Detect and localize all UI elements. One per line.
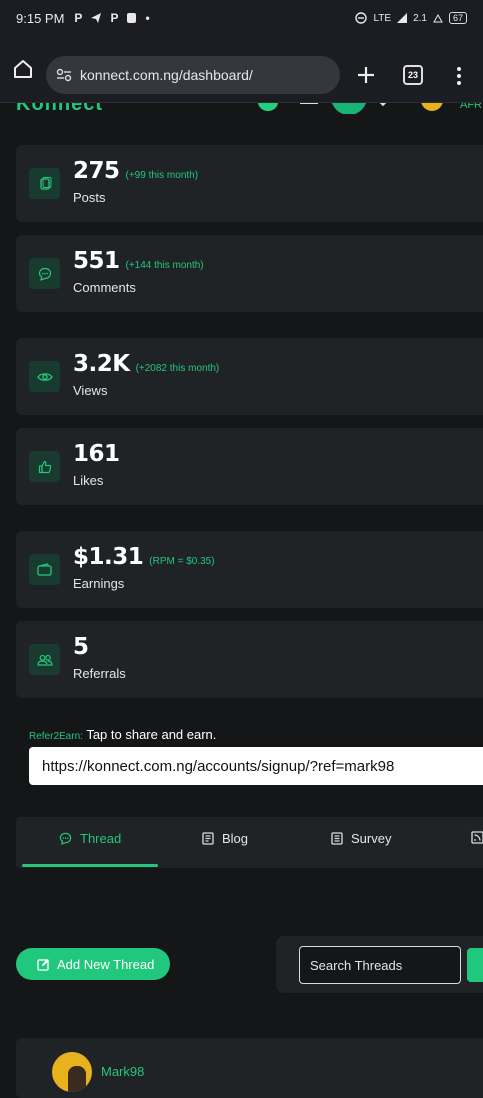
tab-feed[interactable] bbox=[471, 831, 483, 844]
stat-label: Views bbox=[73, 383, 108, 398]
site-search-icon[interactable] bbox=[331, 103, 367, 114]
notification-icons: P P • bbox=[74, 11, 149, 25]
site-logo[interactable]: Konnect bbox=[16, 103, 103, 114]
stat-value: 161 bbox=[73, 441, 120, 467]
posts-icon bbox=[29, 168, 60, 199]
stat-card-posts: 275 (+99 this month) Posts bbox=[16, 145, 483, 222]
home-icon bbox=[14, 60, 32, 78]
new-tab-button[interactable] bbox=[351, 60, 381, 90]
views-icon bbox=[29, 361, 60, 392]
search-submit-button[interactable] bbox=[467, 948, 483, 982]
tab-switcher-button[interactable]: 23 bbox=[403, 65, 423, 85]
stat-value: 5 bbox=[73, 634, 89, 660]
stat-label: Likes bbox=[73, 473, 104, 488]
hamburger-icon[interactable] bbox=[300, 103, 318, 104]
notification-dot-icon[interactable] bbox=[258, 103, 278, 111]
user-avatar[interactable] bbox=[421, 103, 443, 111]
tab-label: Blog bbox=[222, 831, 249, 846]
comments-icon bbox=[29, 258, 60, 289]
battery-icon: 67 bbox=[448, 12, 467, 24]
stat-extra: (+2082 this month) bbox=[135, 363, 220, 374]
stat-label: Comments bbox=[73, 280, 136, 295]
stat-extra: (+144 this month) bbox=[125, 260, 204, 271]
tab-thread[interactable]: Thread bbox=[59, 831, 121, 846]
url-text: konnect.com.ng/dashboard/ bbox=[80, 67, 253, 83]
chevron-down-icon[interactable] bbox=[378, 103, 388, 107]
stat-extra: (RPM = $0.35) bbox=[149, 556, 215, 567]
status-bar: 9:15 PM P P • LTE 2.1 67 bbox=[0, 0, 483, 36]
edit-icon bbox=[37, 958, 49, 971]
country-label: AFR bbox=[460, 102, 482, 111]
stat-value-row: 551 (+144 this month) bbox=[73, 248, 204, 274]
stat-card-referrals: 5 Referrals bbox=[16, 621, 483, 698]
stat-card-likes: 161 Likes bbox=[16, 428, 483, 505]
speed-label: 2.1 bbox=[413, 12, 427, 24]
stat-card-comments: 551 (+144 this month) Comments bbox=[16, 235, 483, 312]
survey-icon bbox=[331, 832, 343, 845]
tab-survey[interactable]: Survey bbox=[331, 831, 391, 846]
stat-value-row: 161 bbox=[73, 441, 126, 467]
stat-value-row: 275 (+99 this month) bbox=[73, 158, 198, 184]
blog-icon bbox=[202, 832, 214, 845]
wallet-icon bbox=[29, 554, 60, 585]
dot-icon: • bbox=[145, 11, 150, 25]
stat-card-views: 3.2K (+2082 this month) Views bbox=[16, 338, 483, 415]
stat-value: 551 bbox=[73, 248, 120, 274]
tab-label: Survey bbox=[351, 831, 392, 846]
referrals-icon bbox=[29, 644, 60, 675]
tab-blog[interactable]: Blog bbox=[202, 831, 248, 846]
stat-value-row: 3.2K (+2082 this month) bbox=[73, 351, 219, 377]
author-name[interactable]: Mark98 bbox=[101, 1064, 144, 1079]
refer-tag: Refer2Earn: bbox=[29, 731, 83, 742]
author-avatar[interactable] bbox=[52, 1052, 92, 1092]
referral-link-field[interactable]: https://konnect.com.ng/accounts/signup/?… bbox=[29, 747, 483, 785]
thread-search: Search Threads bbox=[276, 936, 483, 993]
status-time: 9:15 PM bbox=[16, 10, 65, 26]
p-app-icon: P bbox=[110, 11, 119, 25]
stat-value-row: $1.31 (RPM = $0.35) bbox=[73, 544, 215, 570]
rss-icon bbox=[471, 831, 483, 844]
refer-section: Refer2Earn: Tap to share and earn. bbox=[29, 727, 216, 742]
site-settings-icon[interactable] bbox=[56, 68, 72, 82]
telegram-icon bbox=[91, 13, 102, 23]
network-label: LTE bbox=[373, 12, 392, 24]
address-bar[interactable]: konnect.com.ng/dashboard/ bbox=[46, 56, 340, 94]
plus-icon bbox=[358, 67, 374, 83]
search-threads-input[interactable]: Search Threads bbox=[299, 946, 461, 984]
stat-label: Referrals bbox=[73, 666, 126, 681]
home-button[interactable] bbox=[0, 46, 46, 92]
add-new-thread-button[interactable]: Add New Thread bbox=[16, 948, 170, 980]
stat-extra: (+99 this month) bbox=[125, 170, 199, 181]
app-icon bbox=[127, 13, 137, 23]
thread-card[interactable]: Mark98 bbox=[16, 1038, 483, 1098]
active-tab-indicator bbox=[22, 864, 158, 867]
chat-icon bbox=[59, 832, 72, 845]
stat-value: $1.31 bbox=[73, 544, 144, 570]
refer-text: Tap to share and earn. bbox=[86, 727, 217, 742]
browser-toolbar: konnect.com.ng/dashboard/ 23 bbox=[0, 36, 483, 102]
likes-icon bbox=[29, 451, 60, 482]
signal-icon bbox=[397, 13, 408, 23]
wifi-icon bbox=[433, 13, 443, 23]
tab-label: Thread bbox=[80, 831, 122, 846]
stat-card-earnings: $1.31 (RPM = $0.35) Earnings bbox=[16, 531, 483, 608]
stat-value-row: 5 bbox=[73, 634, 95, 660]
more-vert-icon bbox=[457, 67, 461, 85]
content-tabs: Thread Blog Survey bbox=[16, 817, 483, 868]
browser-menu-button[interactable] bbox=[449, 62, 469, 90]
stat-label: Earnings bbox=[73, 576, 125, 591]
p-app-icon: P bbox=[74, 11, 83, 25]
stat-value: 275 bbox=[73, 158, 120, 184]
stat-value: 3.2K bbox=[73, 351, 130, 377]
dnd-icon bbox=[355, 12, 368, 24]
stat-label: Posts bbox=[73, 190, 106, 205]
site-header: Konnect AFR bbox=[0, 102, 483, 114]
add-thread-label: Add New Thread bbox=[57, 956, 155, 972]
